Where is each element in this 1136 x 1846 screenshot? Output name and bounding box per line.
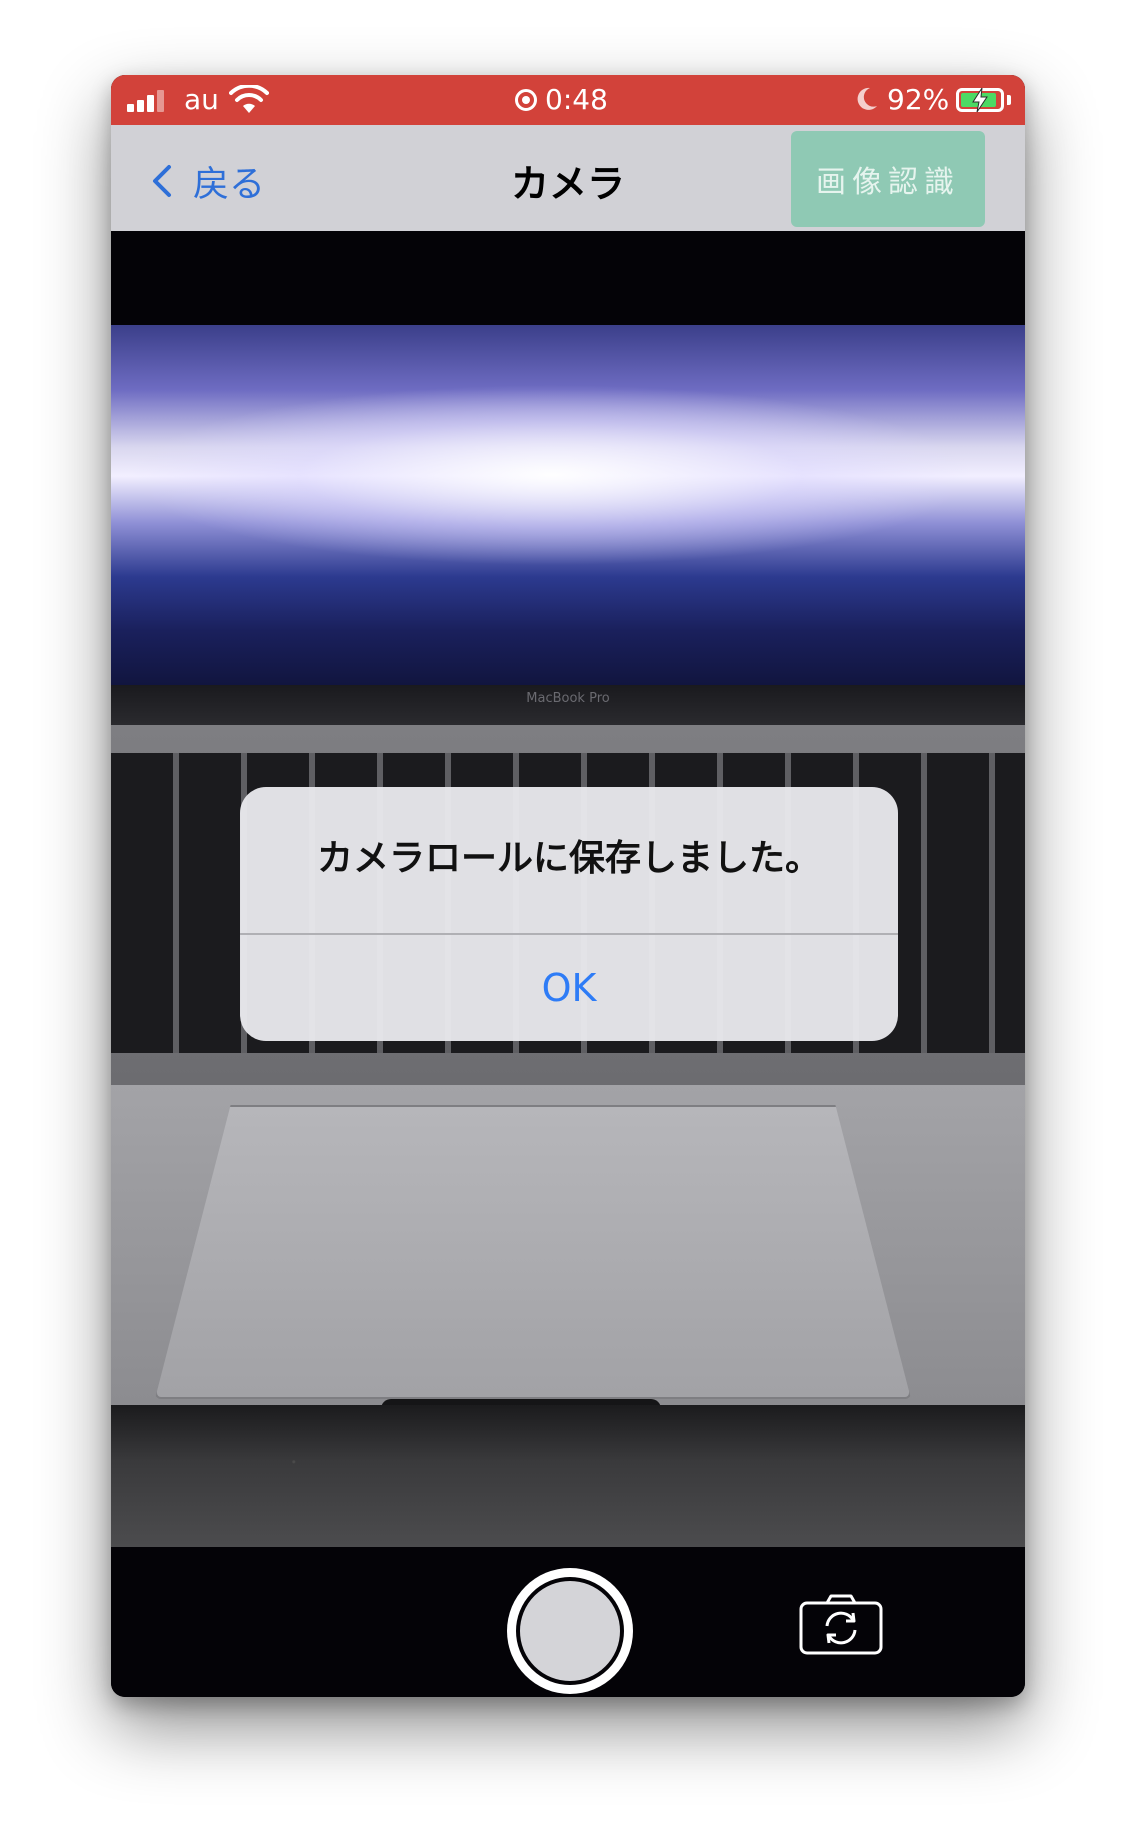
desk-surface	[111, 1405, 1025, 1547]
laptop-screen-wallpaper	[111, 325, 1025, 685]
preview-top-letterbox	[111, 231, 1025, 325]
carrier-name: au	[184, 83, 219, 116]
phone-screen: au 0:48 92% 戻る カメラ 画像認識 MacBook Pro カメラロ…	[111, 75, 1025, 1697]
status-bar: au 0:48 92%	[111, 75, 1025, 125]
alert-ok-button[interactable]: OK	[240, 935, 898, 1041]
laptop-model-label: MacBook Pro	[526, 691, 610, 706]
clock: 0:48	[515, 83, 608, 116]
image-recognition-label: 画像認識	[816, 165, 960, 200]
cellular-signal-icon	[127, 88, 171, 112]
shutter-inner	[516, 1577, 624, 1685]
camera-flip-icon[interactable]	[799, 1593, 883, 1655]
status-time: 0:48	[545, 83, 608, 116]
image-recognition-button[interactable]: 画像認識	[791, 131, 985, 227]
laptop-trackpad	[155, 1105, 911, 1399]
wifi-icon	[229, 85, 269, 113]
shutter-button[interactable]	[507, 1568, 633, 1694]
battery-percent: 92%	[887, 83, 950, 116]
do-not-disturb-moon-icon	[857, 87, 877, 110]
charging-bolt-icon	[972, 87, 988, 113]
navigation-bar: 戻る カメラ 画像認識	[111, 125, 1025, 231]
laptop-palm-rest	[111, 1085, 1025, 1405]
alert-message: カメラロールに保存しました。	[316, 838, 821, 879]
laptop-bezel: MacBook Pro	[111, 685, 1025, 725]
battery-tip	[1007, 95, 1011, 105]
alert-ok-label: OK	[541, 966, 597, 1010]
alert-dialog: カメラロールに保存しました。 OK	[240, 787, 898, 1041]
camera-toolbar	[111, 1547, 1025, 1697]
screen-recording-icon	[515, 88, 537, 111]
